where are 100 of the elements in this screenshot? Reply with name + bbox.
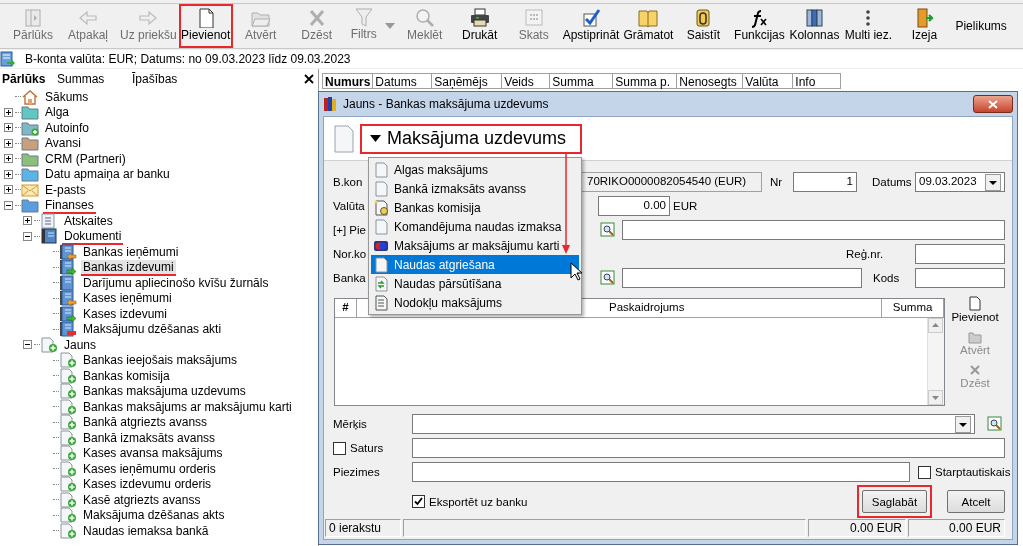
panel-tab[interactable]: Summas <box>55 72 130 86</box>
tree-item[interactable]: Kasē atgriezts avanss <box>81 492 203 507</box>
tree-item[interactable]: Maksājumu dzēšanas akti <box>81 322 224 337</box>
toolbar-button[interactable]: Apstiprināt <box>560 4 622 48</box>
menu-item[interactable]: Bankā izmaksāts avanss <box>371 179 579 198</box>
column-header[interactable]: Info <box>793 73 842 89</box>
dropdown-field[interactable] <box>412 414 975 434</box>
tree-item[interactable]: Jauns <box>62 337 99 352</box>
new-document-icon <box>59 398 77 415</box>
expand-toggle[interactable] <box>4 138 13 148</box>
toolbar-button[interactable]: Grāmatot <box>621 4 676 48</box>
tree-item[interactable]: Kases ieņēmumi <box>81 291 174 306</box>
text-field[interactable] <box>915 268 1005 288</box>
text-field[interactable]: 1 <box>793 172 857 192</box>
close-button[interactable] <box>973 95 1013 113</box>
column-header[interactable]: Saņēmējs <box>432 73 503 89</box>
text-field[interactable]: 70RIKO0000082054540 (EUR) <box>580 172 762 192</box>
toolbar-button[interactable]: Pievienot <box>178 4 233 48</box>
checkbox[interactable] <box>918 465 931 479</box>
expand-toggle[interactable] <box>23 340 32 350</box>
tree-item[interactable]: Alga <box>43 105 72 120</box>
menu-item[interactable]: Naudas pārsūtīšana <box>371 274 579 293</box>
document-icon <box>373 180 389 197</box>
text-field[interactable] <box>412 438 1005 458</box>
tree-item[interactable]: Bankas maksājums ar maksājumu karti <box>81 399 294 414</box>
scrollbar[interactable] <box>927 318 945 405</box>
tree-item[interactable]: Datu apmaiņa ar banku <box>43 167 172 182</box>
toolbar-button[interactable]: Funkcijas <box>731 4 788 48</box>
close-icon[interactable] <box>304 74 314 84</box>
toolbar-button[interactable]: Pielikums <box>953 4 1009 48</box>
tree-item[interactable]: Autoinfo <box>43 120 92 135</box>
tree-item[interactable]: Maksājuma dzēšanas akts <box>81 508 227 523</box>
tree-item[interactable]: Bankas komisija <box>81 368 172 383</box>
expand-toggle[interactable] <box>4 154 13 164</box>
tree-item[interactable]: Kases ieņēmumu orderis <box>81 461 218 476</box>
lookup-icon[interactable] <box>600 270 616 286</box>
panel-tab[interactable]: Īpašības <box>130 72 180 86</box>
menu-item[interactable]: Maksājums ar maksājumu karti <box>371 236 579 255</box>
menu-item[interactable]: Komandējuma naudas izmaksa <box>371 217 579 236</box>
tree-item[interactable]: Kases izdevumu orderis <box>81 477 214 492</box>
tree-item[interactable]: CRM (Partneri) <box>43 151 128 166</box>
text-field[interactable]: 0.00 <box>598 196 670 216</box>
tree-item[interactable]: Kases avansa maksājums <box>81 446 225 461</box>
tree-item[interactable]: Bankā izmaksāts avanss <box>81 430 218 445</box>
expand-toggle[interactable] <box>23 216 32 226</box>
lookup-icon[interactable] <box>600 222 616 238</box>
expand-toggle[interactable] <box>4 200 13 210</box>
checkbox-label[interactable]: Saturs <box>350 442 384 454</box>
tree-item[interactable]: Bankā atgriezts avanss <box>81 415 210 430</box>
column-header[interactable]: Numurs <box>322 73 374 89</box>
tree-item[interactable]: Bankas maksājuma uzdevums <box>81 384 248 399</box>
scroll-down-icon[interactable] <box>928 390 944 405</box>
expand-toggle[interactable] <box>4 107 13 117</box>
column-header[interactable]: Nenosegts <box>677 73 744 89</box>
expand-toggle[interactable] <box>4 123 13 133</box>
tree-item[interactable]: Bankas ieņēmumi <box>81 244 181 259</box>
tree-item[interactable]: Atskaites <box>62 213 115 228</box>
text-field[interactable] <box>622 220 1005 240</box>
column-header[interactable]: # <box>335 299 357 317</box>
checkbox-label[interactable]: Starptautiskais <box>935 466 1011 478</box>
column-header[interactable]: Veids <box>502 73 551 89</box>
text-field[interactable] <box>915 244 1005 264</box>
dialog-button[interactable]: Saglabāt <box>862 490 927 513</box>
expand-toggle[interactable] <box>4 169 13 179</box>
panel-tab[interactable]: Pārlūks <box>0 72 55 86</box>
field-label: [+] Pie <box>333 224 366 236</box>
checkbox-label[interactable]: Eksportēt uz banku <box>429 495 528 508</box>
dialog-button[interactable]: Atcelt <box>947 490 1005 513</box>
lookup-icon[interactable] <box>987 416 1003 432</box>
expand-toggle[interactable] <box>23 231 32 241</box>
toolbar-button[interactable]: Kolonnas <box>787 4 842 48</box>
tree-item[interactable]: Darījumu apliecinošo kvīšu žurnāls <box>81 275 271 290</box>
date-field[interactable]: 09.03.2023 <box>915 172 1005 192</box>
column-header[interactable]: Summa <box>550 73 614 89</box>
tree-item[interactable]: E-pasts <box>43 182 88 197</box>
menu-item[interactable]: Bankas komisija <box>371 198 579 217</box>
row-action-button[interactable]: Pievienot <box>951 296 999 323</box>
column-header[interactable]: Summa p. <box>613 73 678 89</box>
menu-item[interactable]: Algas maksājums <box>371 160 579 179</box>
toolbar-button[interactable]: Saistīt <box>675 4 732 48</box>
column-header[interactable]: Valūta <box>743 73 794 89</box>
document-type-dropdown[interactable]: Maksājuma uzdevums <box>360 123 583 154</box>
checkbox[interactable] <box>412 495 425 508</box>
tree-item[interactable]: Bankas izdevumi <box>81 260 176 277</box>
column-header[interactable]: Datums <box>373 73 433 89</box>
toolbar-button[interactable]: Multi iez. <box>841 4 896 48</box>
toolbar-button[interactable]: Izeja <box>895 4 954 48</box>
text-field[interactable] <box>412 462 910 482</box>
text-field[interactable] <box>622 268 862 288</box>
column-header[interactable]: Summa <box>882 299 945 317</box>
checkbox[interactable] <box>333 441 346 455</box>
tree-item[interactable]: Bankas ieejošais maksājums <box>81 353 240 368</box>
tree-item[interactable]: Sākums <box>43 89 91 104</box>
scroll-up-icon[interactable] <box>928 318 944 333</box>
tree-item[interactable]: Avansi <box>43 136 83 151</box>
menu-item[interactable]: Naudas atgriešana <box>371 255 579 274</box>
toolbar-button[interactable]: Drukāt <box>452 4 507 48</box>
tree-item[interactable]: Kases izdevumi <box>81 306 170 321</box>
tree-item[interactable]: Naudas iemaksa bankā <box>81 523 211 538</box>
expand-toggle[interactable] <box>4 185 13 195</box>
